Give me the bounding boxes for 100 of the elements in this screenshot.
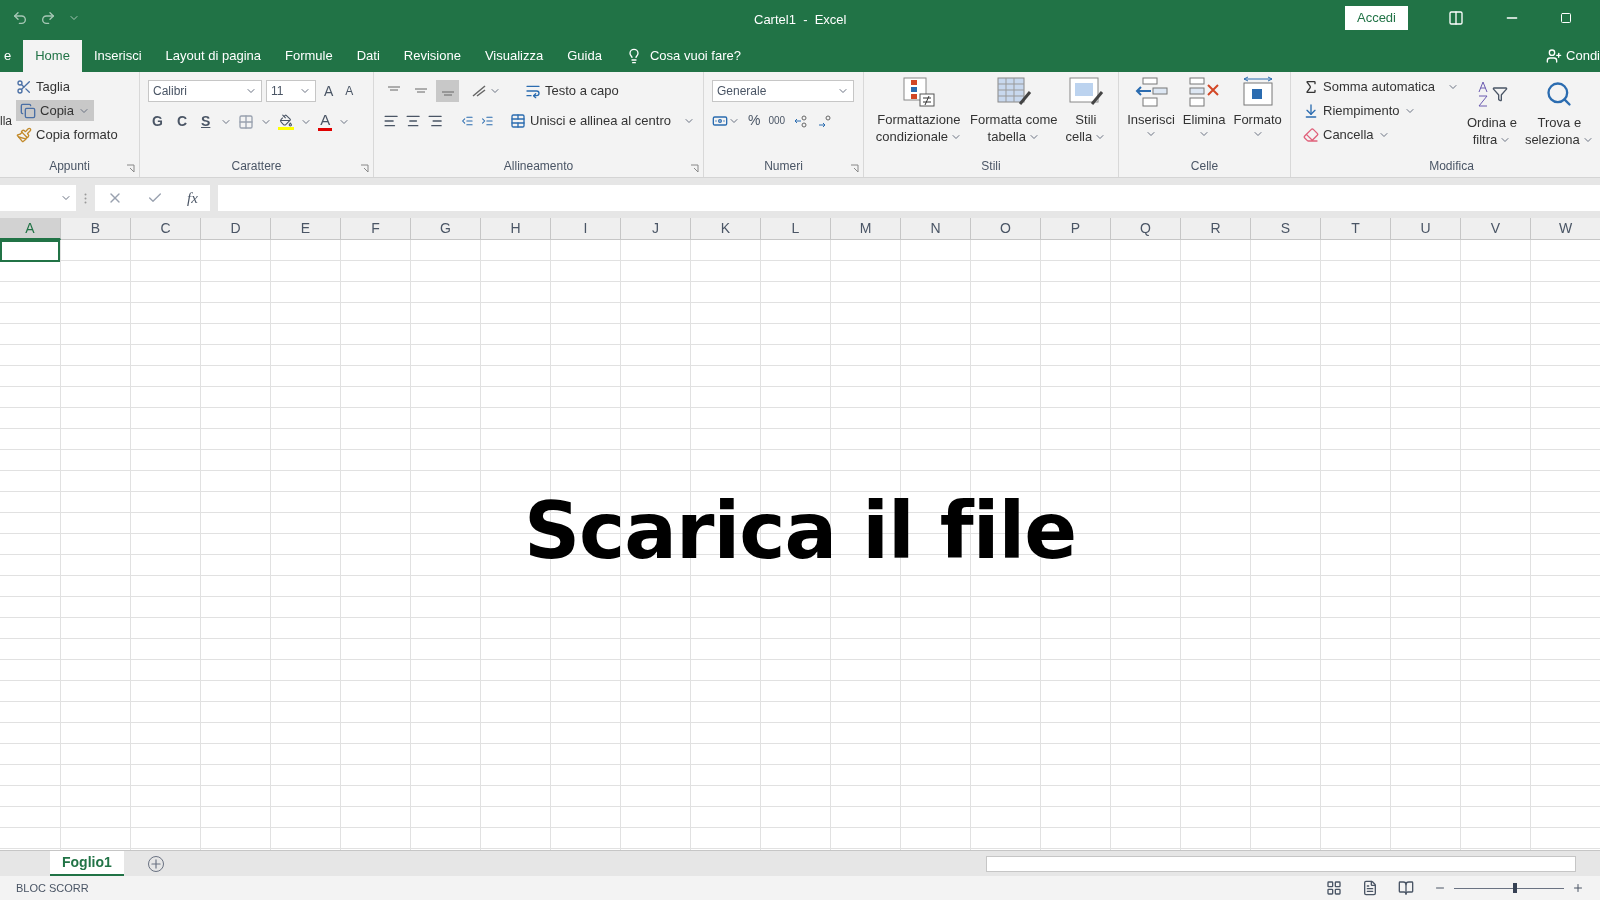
style-button[interactable]: Stili cella xyxy=(1063,76,1109,145)
font-size-field[interactable]: 11 xyxy=(266,80,316,102)
column-header[interactable]: A xyxy=(0,218,61,240)
borders-icon[interactable] xyxy=(238,113,255,130)
column-header[interactable]: S xyxy=(1251,218,1321,240)
ribbon-tab[interactable]: e xyxy=(0,40,24,72)
font-color-button[interactable]: A xyxy=(318,112,333,131)
italic-button[interactable]: C xyxy=(172,111,191,132)
dialog-launcher-icon[interactable] xyxy=(690,164,699,173)
fill-button[interactable]: Riempimento xyxy=(1303,100,1459,121)
cells-button[interactable]: Elimina xyxy=(1180,76,1228,140)
normal-view-icon[interactable] xyxy=(1326,880,1342,896)
merge-center-button[interactable]: Unisci e allinea al centro xyxy=(510,111,695,131)
page-layout-icon[interactable] xyxy=(1362,880,1378,896)
grip-icon xyxy=(84,192,87,204)
underline-button[interactable]: S xyxy=(197,111,215,132)
column-header[interactable]: H xyxy=(481,218,551,240)
ribbon-tab[interactable]: Guida xyxy=(555,40,614,72)
cells-button[interactable]: Formato xyxy=(1231,76,1284,140)
group-label: Appunti xyxy=(49,158,90,175)
column-header[interactable]: G xyxy=(411,218,481,240)
increase-decimal-icon[interactable] xyxy=(793,112,810,129)
column-header[interactable]: D xyxy=(201,218,271,240)
column-header[interactable]: V xyxy=(1461,218,1531,240)
ribbon-tab[interactable]: Inserisci xyxy=(81,40,154,72)
column-header[interactable]: E xyxy=(271,218,341,240)
autosum-button[interactable]: Somma automatica xyxy=(1303,76,1459,97)
group-label: Stili xyxy=(981,158,1001,175)
selected-cell[interactable] xyxy=(0,240,60,262)
eraser-icon xyxy=(1303,126,1319,143)
sign-in-button[interactable]: Accedi xyxy=(1344,6,1408,30)
column-header[interactable]: U xyxy=(1391,218,1461,240)
dialog-launcher-icon[interactable] xyxy=(850,164,859,173)
ribbon-tab[interactable]: Home xyxy=(23,40,82,72)
style-button[interactable]: Formatta come tabella xyxy=(968,76,1060,145)
wrap-text-button[interactable]: Testo a capo xyxy=(525,81,619,101)
fill-color-icon[interactable] xyxy=(278,113,295,130)
cells-button[interactable]: Inserisci xyxy=(1125,76,1177,140)
column-header[interactable]: C xyxy=(131,218,201,240)
insert-function-button[interactable]: fx xyxy=(187,186,198,210)
find-select-button[interactable]: Trova e seleziona xyxy=(1524,76,1594,148)
column-header[interactable]: M xyxy=(831,218,901,240)
font-name-value: Calibri xyxy=(153,83,188,100)
share-icon xyxy=(1546,48,1563,64)
status-text: BLOC SCORR xyxy=(16,880,89,896)
style-button[interactable]: Formattazione condizionale xyxy=(873,76,965,145)
group-label: Celle xyxy=(1190,158,1219,175)
share-button[interactable]: Condi xyxy=(1566,46,1600,66)
scissors-icon xyxy=(16,78,32,95)
ribbon-display-icon[interactable] xyxy=(1448,10,1464,26)
zoom-slider-thumb[interactable] xyxy=(1512,883,1517,893)
column-header[interactable]: B xyxy=(61,218,131,240)
column-header[interactable]: F xyxy=(341,218,411,240)
number-format-field[interactable]: Generale xyxy=(712,80,854,102)
column-header[interactable]: P xyxy=(1041,218,1111,240)
percent-button[interactable]: % xyxy=(748,110,761,131)
page-break-icon[interactable] xyxy=(1398,880,1414,896)
column-header[interactable]: W xyxy=(1531,218,1600,240)
zoom-in-icon[interactable] xyxy=(1572,882,1584,894)
column-header[interactable]: I xyxy=(551,218,621,240)
vertical-align-button[interactable] xyxy=(436,80,459,102)
format-painter-button[interactable]: Copia formato xyxy=(16,124,118,145)
conditional-format-icon xyxy=(901,76,936,108)
cut-button[interactable]: Taglia xyxy=(16,76,118,97)
column-header[interactable]: O xyxy=(971,218,1041,240)
group-label: Numeri xyxy=(764,158,803,175)
shrink-font-button[interactable]: A xyxy=(341,82,358,100)
tell-me-field[interactable]: Cosa vuoi fare? xyxy=(649,46,741,66)
thousands-button[interactable]: 000 xyxy=(768,113,786,128)
paste-button[interactable]: lla xyxy=(0,76,12,130)
column-header[interactable]: Q xyxy=(1111,218,1181,240)
clear-button[interactable]: Cancella xyxy=(1303,124,1459,145)
grow-font-button[interactable]: A xyxy=(320,80,338,102)
column-header[interactable]: J xyxy=(621,218,691,240)
sheet-tab[interactable]: Foglio1 xyxy=(50,851,124,876)
ribbon-tab[interactable]: Visualizza xyxy=(472,40,556,72)
copy-button[interactable]: Copia xyxy=(16,100,94,121)
ribbon-tab[interactable]: Revisione xyxy=(391,40,473,72)
dialog-launcher-icon[interactable] xyxy=(126,164,135,173)
ribbon-tab[interactable]: Formule xyxy=(273,40,345,72)
horizontal-scrollbar[interactable] xyxy=(986,855,1576,872)
group-label: Modifica xyxy=(1429,158,1474,175)
undo-icon[interactable] xyxy=(12,10,28,26)
down-arrow-icon xyxy=(1303,102,1319,119)
decrease-decimal-icon[interactable] xyxy=(817,112,834,129)
column-header[interactable]: K xyxy=(691,218,761,240)
restore-icon[interactable] xyxy=(1560,12,1572,24)
column-header[interactable]: L xyxy=(761,218,831,240)
column-header[interactable]: N xyxy=(901,218,971,240)
column-header[interactable]: R xyxy=(1181,218,1251,240)
column-header[interactable]: T xyxy=(1321,218,1391,240)
redo-icon[interactable] xyxy=(40,10,56,26)
dialog-launcher-icon[interactable] xyxy=(360,164,369,173)
font-size-value: 11 xyxy=(271,83,285,100)
ribbon-tab[interactable]: Dati xyxy=(344,40,392,72)
ribbon-tab[interactable]: Layout di pagina xyxy=(153,40,274,72)
font-name-field[interactable]: Calibri xyxy=(148,80,262,102)
formula-field[interactable] xyxy=(217,185,1600,211)
bold-button[interactable]: G xyxy=(148,111,167,132)
sort-filter-button[interactable]: Ordina e filtra xyxy=(1467,76,1517,148)
